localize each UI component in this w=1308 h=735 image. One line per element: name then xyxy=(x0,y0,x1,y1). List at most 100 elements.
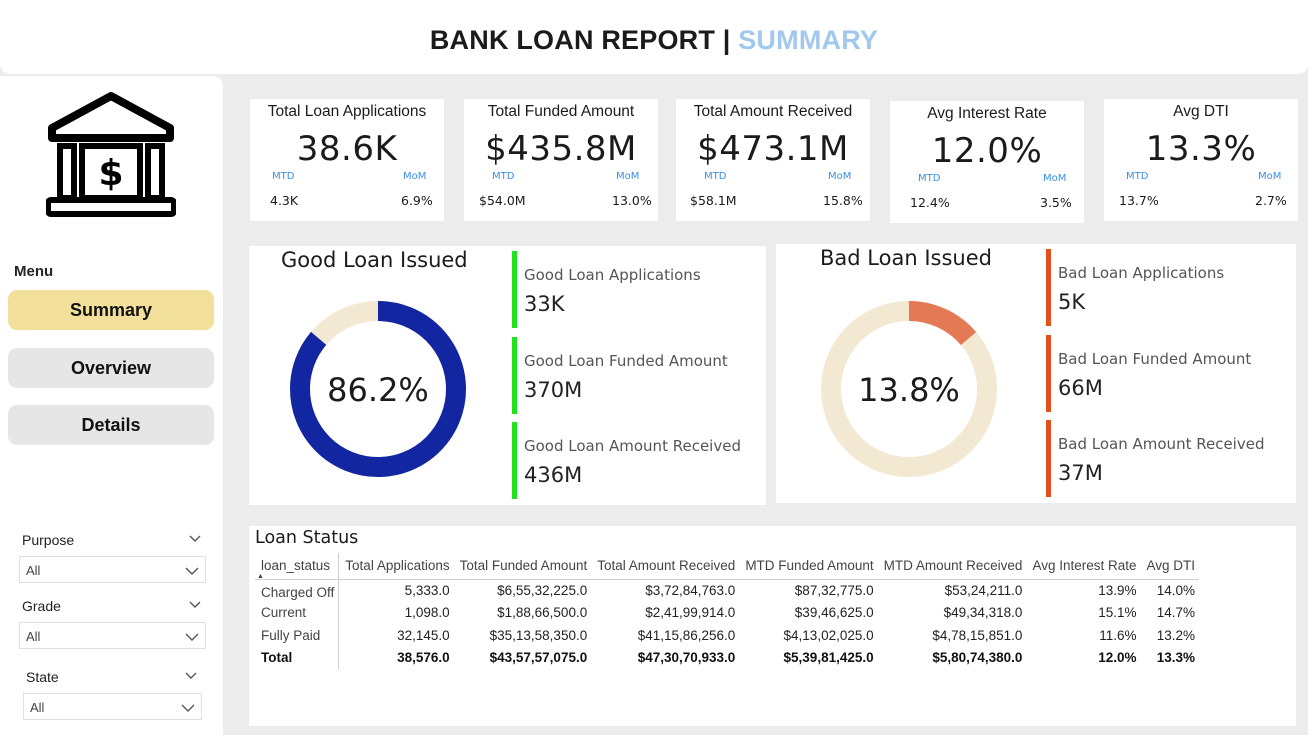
stat-accent-bar xyxy=(512,337,517,414)
stat-value: 5K xyxy=(1058,290,1086,314)
kpi-mom-value: 15.8% xyxy=(823,193,863,208)
kpi-title: Avg DTI xyxy=(1173,103,1229,120)
state-slicer-dropdown[interactable]: All xyxy=(23,693,202,720)
stat-value: 436M xyxy=(524,463,583,487)
stat-label: Good Loan Applications xyxy=(524,266,701,284)
nav-overview-button[interactable]: Overview xyxy=(8,348,214,388)
table-cell: Fully Paid xyxy=(255,624,340,647)
table-row[interactable]: Current 1,098.0 $1,88,66,500.0 $2,41,99,… xyxy=(255,601,1199,624)
kpi-value: 12.0% xyxy=(931,131,1043,171)
table-cell: $49,34,318.0 xyxy=(943,605,1023,621)
table-cell: 38,576.0 xyxy=(397,650,450,666)
title-main: BANK LOAN REPORT | xyxy=(429,25,739,55)
column-header-label: loan_status xyxy=(261,558,331,574)
table-cell: $3,72,84,763.0 xyxy=(645,583,736,598)
stat-value: 33K xyxy=(524,292,565,316)
nav-summary-button[interactable]: Summary xyxy=(8,290,214,330)
kpi-mtd-label: MTD xyxy=(704,171,727,182)
kpi-value: $435.8M xyxy=(485,129,637,169)
stat-label: Bad Loan Funded Amount xyxy=(1058,350,1252,368)
table-total-row: Total 38,576.0 $43,57,57,075.0 $47,30,70… xyxy=(255,646,1199,669)
table-row[interactable]: Charged Off 5,333.0 $6,55,32,225.0 $3,72… xyxy=(255,579,1199,602)
chevron-down-icon xyxy=(185,633,199,641)
kpi-mtd-label: MTD xyxy=(492,171,515,182)
table-cell: $5,80,74,380.0 xyxy=(932,650,1023,666)
page-title: BANK LOAN REPORT | SUMMARY xyxy=(0,0,1308,80)
column-header-total-funded[interactable]: Total Funded Amount xyxy=(453,553,592,580)
table-cell: $5,39,81,425.0 xyxy=(783,650,874,666)
good-loan-funded-stat: Good Loan Funded Amount 370M xyxy=(512,337,728,414)
good-loan-panel: Good Loan Issued 86.2% Good Loan Applica… xyxy=(249,246,766,505)
grade-slicer-title: Grade xyxy=(22,598,61,614)
kpi-value: 13.3% xyxy=(1145,129,1257,169)
grade-slicer-dropdown[interactable]: All xyxy=(19,622,206,649)
table-cell: 13.2% xyxy=(1156,627,1196,643)
kpi-mom-label: MoM xyxy=(1043,173,1067,184)
title-sub: SUMMARY xyxy=(738,25,879,55)
table-cell: $43,57,57,075.0 xyxy=(489,650,588,666)
kpi-card-total-received[interactable]: Total Amount Received $473.1M MTD MoM $5… xyxy=(676,99,870,221)
chevron-down-icon[interactable] xyxy=(184,669,198,683)
table-row[interactable]: Fully Paid 32,145.0 $35,13,58,350.0 $41,… xyxy=(255,624,1199,647)
state-slicer-value: All xyxy=(30,700,45,715)
kpi-title: Total Loan Applications xyxy=(267,103,427,120)
table-cell: $39,46,625.0 xyxy=(794,605,874,621)
report-header: BANK LOAN REPORT | SUMMARY xyxy=(0,0,1308,74)
grade-slicer-value: All xyxy=(26,629,41,644)
kpi-mtd-value: 12.4% xyxy=(910,195,950,210)
column-header-mtd-funded[interactable]: MTD Funded Amount xyxy=(739,553,878,580)
kpi-card-total-funded[interactable]: Total Funded Amount $435.8M MTD MoM $54.… xyxy=(464,99,658,221)
kpi-card-total-applications[interactable]: Total Loan Applications 38.6K MTD MoM 4.… xyxy=(250,99,444,221)
column-header-avg-interest[interactable]: Avg Interest Rate xyxy=(1026,553,1141,580)
kpi-mtd-label: MTD xyxy=(1126,171,1149,182)
column-header-total-applications[interactable]: Total Applications xyxy=(338,553,454,580)
kpi-title: Total Funded Amount xyxy=(487,103,635,120)
donut-center-label: 86.2% xyxy=(327,371,429,409)
kpi-title: Avg Interest Rate xyxy=(927,105,1047,122)
table-cell: 12.0% xyxy=(1098,650,1137,666)
kpi-mom-label: MoM xyxy=(403,171,427,182)
bad-loan-donut[interactable]: 13.8% xyxy=(818,298,1000,480)
kpi-card-avg-interest[interactable]: Avg Interest Rate 12.0% MTD MoM 12.4% 3.… xyxy=(890,101,1084,223)
kpi-mom-value: 6.9% xyxy=(401,193,433,208)
table-cell: 13.9% xyxy=(1098,583,1137,598)
column-header-mtd-received[interactable]: MTD Amount Received xyxy=(877,553,1027,580)
good-loan-donut[interactable]: 86.2% xyxy=(287,298,469,480)
loan-status-panel: Loan Status loan_status ▲ Total Applicati… xyxy=(249,526,1296,726)
purpose-slicer-dropdown[interactable]: All xyxy=(19,556,206,583)
table-cell: 14.0% xyxy=(1156,583,1196,598)
stat-label: Bad Loan Amount Received xyxy=(1058,435,1265,453)
column-header-loan-status[interactable]: loan_status ▲ xyxy=(255,553,340,580)
kpi-mtd-value: $54.0M xyxy=(479,193,526,208)
column-header-avg-dti[interactable]: Avg DTI xyxy=(1140,553,1200,580)
chevron-down-icon xyxy=(181,704,195,712)
bad-loan-applications-stat: Bad Loan Applications 5K xyxy=(1046,249,1224,326)
column-header-total-received[interactable]: Total Amount Received xyxy=(591,553,740,580)
stat-accent-bar xyxy=(1046,420,1051,497)
nav-details-button[interactable]: Details xyxy=(8,405,214,445)
kpi-card-avg-dti[interactable]: Avg DTI 13.3% MTD MoM 13.7% 2.7% xyxy=(1104,99,1298,221)
kpi-mom-value: 3.5% xyxy=(1040,195,1072,210)
kpi-mtd-label: MTD xyxy=(918,173,941,184)
stat-label: Bad Loan Applications xyxy=(1058,264,1225,282)
chevron-down-icon[interactable] xyxy=(188,598,202,612)
table-cell: 1,098.0 xyxy=(404,605,450,621)
kpi-mtd-label: MTD xyxy=(272,171,295,182)
sidebar: $ Menu Summary Overview Details Purpose … xyxy=(0,76,223,735)
purpose-slicer-title: Purpose xyxy=(22,532,75,548)
table-cell: $4,78,15,851.0 xyxy=(932,627,1023,643)
table-cell: $47,30,70,933.0 xyxy=(637,650,736,666)
kpi-value: $473.1M xyxy=(697,129,849,169)
kpi-value: 38.6K xyxy=(296,129,398,169)
stat-value: 66M xyxy=(1058,376,1103,400)
table-cell: $2,41,99,914.0 xyxy=(645,605,736,621)
bad-loan-panel: Bad Loan Issued 13.8% Bad Loan Applicati… xyxy=(776,244,1296,503)
svg-text:$: $ xyxy=(98,153,123,194)
chevron-down-icon[interactable] xyxy=(188,532,202,546)
kpi-mtd-value: 13.7% xyxy=(1119,193,1159,208)
kpi-mtd-value: 4.3K xyxy=(270,193,299,208)
table-cell: $53,24,211.0 xyxy=(944,583,1023,598)
bad-loan-funded-stat: Bad Loan Funded Amount 66M xyxy=(1046,335,1251,412)
table-cell: Charged Off xyxy=(255,579,340,602)
donut-center-label: 13.8% xyxy=(858,371,960,409)
